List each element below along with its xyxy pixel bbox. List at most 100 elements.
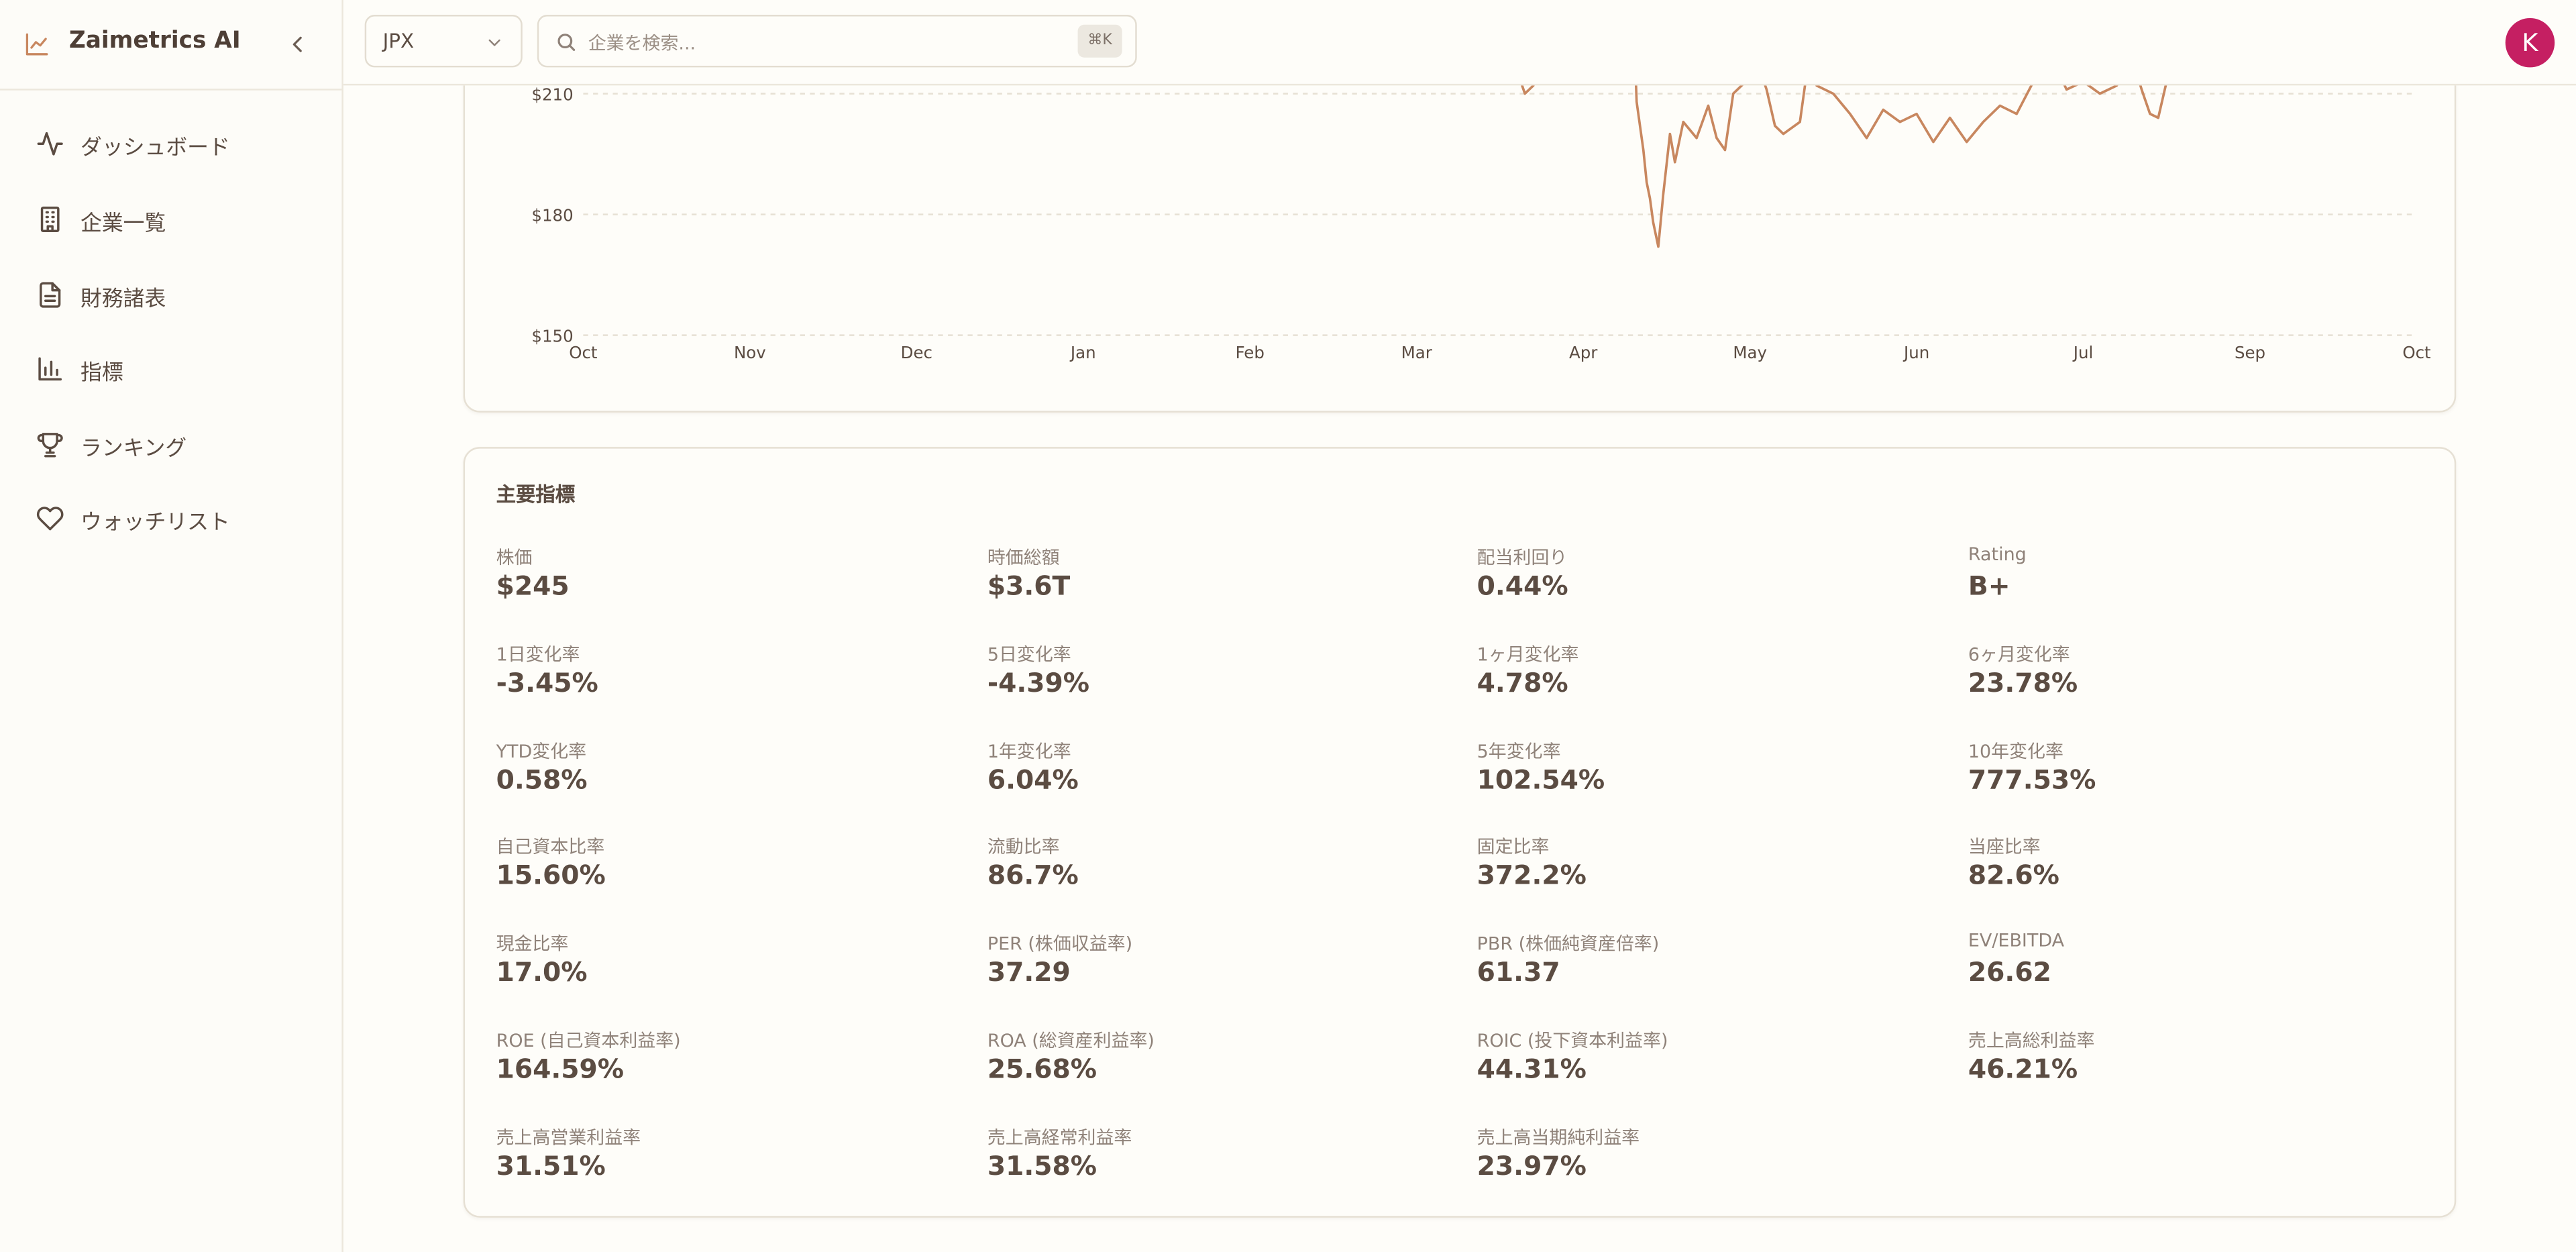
metric-value: 23.97% [1477,1149,1587,1182]
metric-item: 売上高経常利益率 31.58% [987,1124,1448,1206]
sidebar-item-ranking[interactable]: ランキング [23,413,322,475]
metric-value: 0.44% [1477,570,1568,602]
metric-item: 5年変化率 102.54% [1477,737,1937,819]
metric-value: $245 [496,570,570,602]
metric-value: 37.29 [987,956,1071,988]
metric-value: 86.7% [987,859,1079,892]
search-icon [557,34,576,51]
metric-label: YTD変化率 [496,740,587,762]
metric-label: 当座比率 [1968,837,2041,859]
metric-label: 5年変化率 [1477,740,1561,762]
metric-value: 44.31% [1477,1053,1587,1085]
metric-value: 46.21% [1968,1053,2078,1085]
chevron-down-icon [488,39,500,46]
metric-item: 1ヶ月変化率 4.78% [1477,641,1937,723]
metric-value: 61.37 [1477,956,1560,988]
metric-label: 売上高当期純利益率 [1477,1127,1640,1149]
metric-value: 31.51% [496,1149,606,1182]
line-chart-icon [25,33,48,56]
metric-item: 10年変化率 777.53% [1968,737,2428,819]
chart-x-tick-label: Oct [2402,343,2431,362]
file-text-icon [40,282,61,308]
metric-item: ROIC (投下資本利益率) 44.31% [1477,1027,1937,1109]
chart-x-tick-label: Oct [569,343,598,362]
metric-item: YTD変化率 0.58% [496,737,957,819]
chart-y-tick-label: $150 [531,326,573,346]
sidebar: Zaimetrics AI ダッシュボード 企業一覧 財務諸表 指標 ランキング… [0,0,343,1252]
sidebar-item-financial-statements[interactable]: 財務諸表 [23,263,322,325]
metric-label: 時価総額 [987,547,1060,569]
sidebar-item-label: 企業一覧 [80,211,166,237]
metric-label: 固定比率 [1477,837,1550,859]
metric-value: 23.78% [1968,666,2078,698]
exchange-select[interactable]: JPX [364,15,523,68]
metric-item: 時価総額 $3.6T [987,544,1448,626]
avatar[interactable]: K [2505,17,2555,68]
chart-x-tick-label: Sep [2235,343,2265,362]
chart-x-tick-label: Feb [1236,343,1265,362]
metric-item: EV/EBITDA 26.62 [1968,931,2428,1012]
metric-value: 777.53% [1968,763,2096,795]
top-header: JPX ⌘K K [343,0,2576,86]
metric-label: PER (株価収益率) [987,933,1133,955]
metric-value: 102.54% [1477,763,1605,795]
metric-value: 31.58% [987,1149,1097,1182]
metric-label: Rating [1968,543,2027,566]
chart-x-tick-label: May [1733,343,1767,362]
metric-label: 配当利回り [1477,547,1568,569]
metric-item: 1日変化率 -3.45% [496,641,957,723]
metric-item: 売上高総利益率 46.21% [1968,1027,2428,1109]
brand: Zaimetrics AI [0,0,342,91]
chart-x-tick-label: Dec [901,343,932,362]
metric-item: PBR (株価純資産倍率) 61.37 [1477,931,1937,1012]
main-content: $210 $180 $150 Oct Nov Dec Jan Feb Mar Apr May Jun J… [343,0,2576,1252]
metric-item: ROE (自己資本利益率) 164.59% [496,1027,957,1109]
sidebar-item-label: 財務諸表 [80,287,166,313]
exchange-select-value: JPX [382,30,415,53]
chevron-left-icon[interactable] [284,32,311,58]
sidebar-item-label: 指標 [80,361,123,386]
sidebar-item-metrics[interactable]: 指標 [23,337,322,399]
search-input[interactable] [584,24,1068,61]
metric-value: B+ [1968,570,2010,602]
metric-item: 現金比率 17.0% [496,931,957,1012]
key-metrics-card: 主要指標 株価 $245 時価総額 $3.6T 配当利回り 0.44% Rating B+ 1日… [463,447,2457,1218]
metric-item: 6ヶ月変化率 23.78% [1968,641,2428,723]
sidebar-item-companies[interactable]: 企業一覧 [23,187,322,250]
metric-label: 売上高営業利益率 [496,1127,641,1149]
chart-y-tick-label: $180 [531,205,573,225]
chart-x-tick-label: Jun [1902,343,1929,362]
metric-label: ROE (自己資本利益率) [496,1030,681,1052]
metric-label: 自己資本比率 [496,837,605,859]
chart-x-tick-label: Jan [1069,343,1096,362]
metric-label: 現金比率 [496,933,569,955]
metric-item: 自己資本比率 15.60% [496,834,957,916]
metric-value: 15.60% [496,859,606,892]
metric-value: -4.39% [987,666,1090,698]
activity-icon [37,132,63,156]
trophy-icon [37,433,63,458]
metric-item: 固定比率 372.2% [1477,834,1937,916]
metric-value: 26.62 [1968,956,2051,988]
search-box[interactable]: ⌘K [537,15,1137,68]
chart-x-tick-label: Jul [2072,343,2094,362]
chart-x-tick-label: Mar [1401,343,1433,362]
metric-label: 1年変化率 [987,740,1071,762]
sidebar-item-dashboard[interactable]: ダッシュボード [23,112,322,174]
heart-icon [36,507,64,531]
sidebar-item-watchlist[interactable]: ウォッチリスト [23,486,322,549]
metric-value: 164.59% [496,1053,625,1085]
metric-item: 1年変化率 6.04% [987,737,1448,819]
sidebar-item-label: ウォッチリスト [80,511,230,536]
metric-label: ROA (総資産利益率) [987,1030,1155,1052]
metric-value: 82.6% [1968,859,2059,892]
metric-label: 10年変化率 [1968,740,2063,762]
metric-item: 株価 $245 [496,544,957,626]
metric-item: 流動比率 86.7% [987,834,1448,916]
metric-label: 1日変化率 [496,643,580,666]
metric-item: 当座比率 82.6% [1968,834,2428,916]
sidebar-item-label: ダッシュボード [80,136,230,162]
chart-x-tick-label: Apr [1569,343,1598,362]
metric-value: -3.45% [496,666,598,698]
metric-value: 6.04% [987,763,1079,795]
